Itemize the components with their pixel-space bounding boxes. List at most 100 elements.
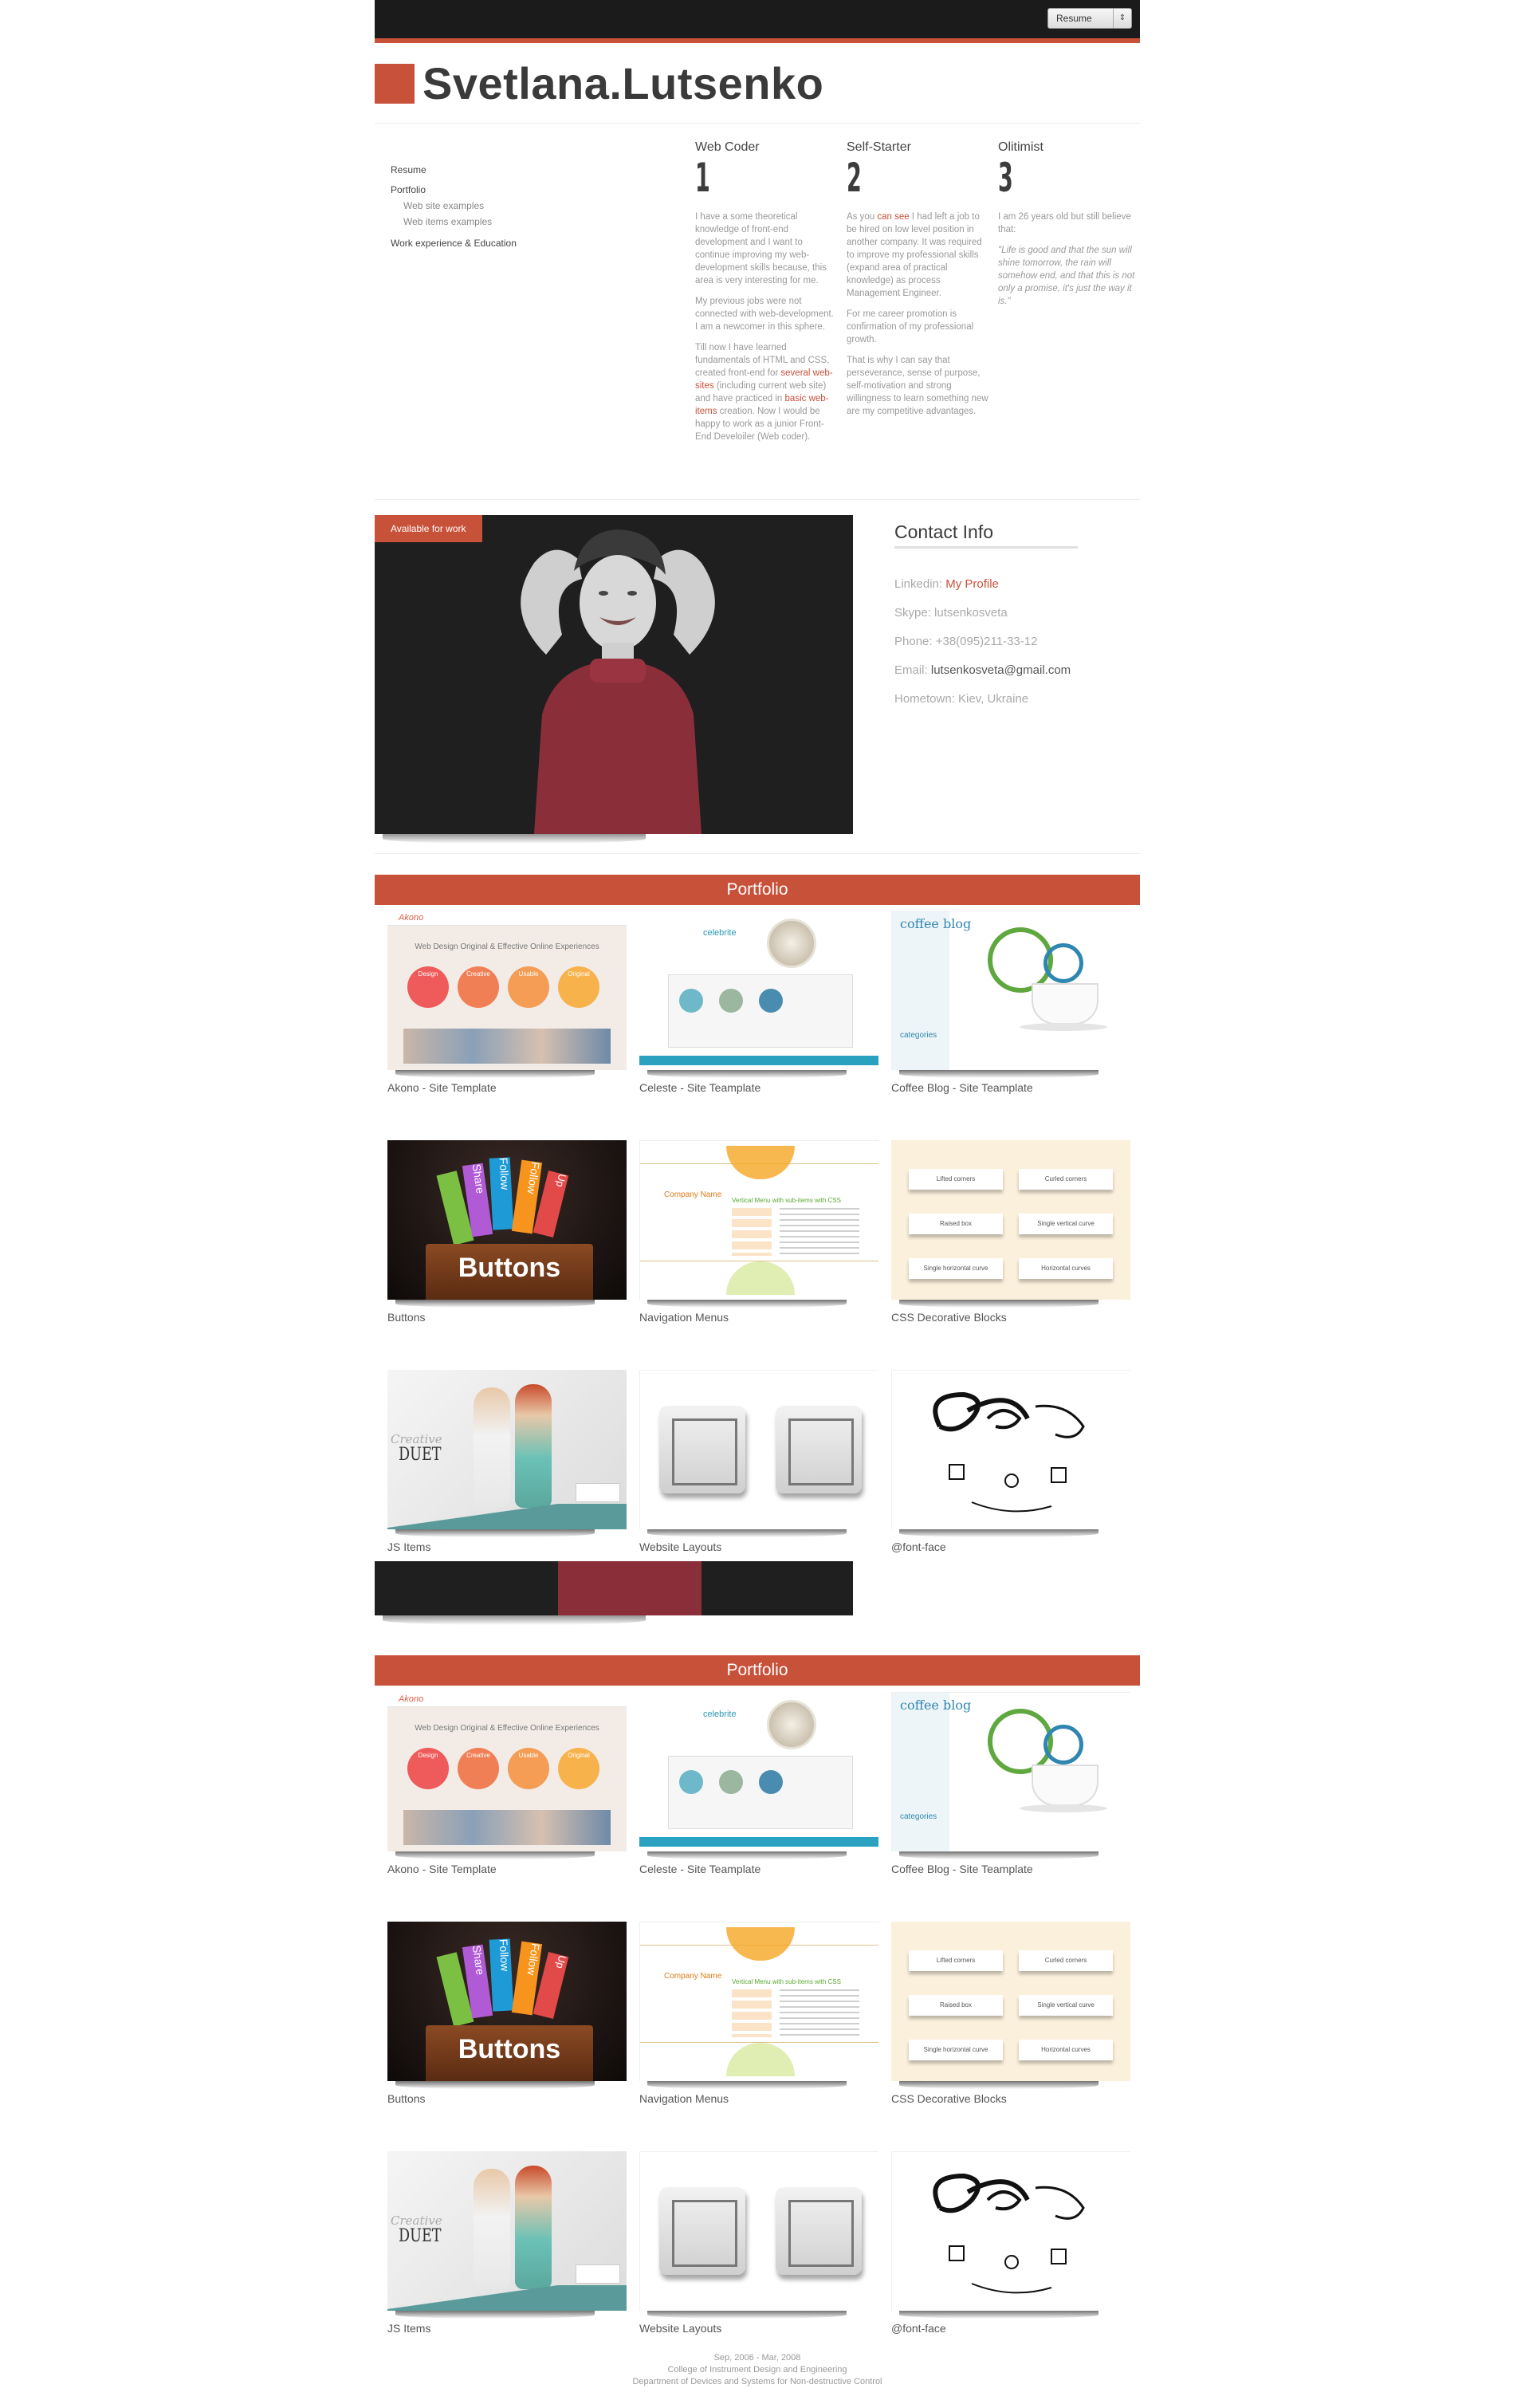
portfolio-item-caption[interactable]: Buttons: [387, 2092, 425, 2105]
coffee-cup-image: [1032, 1765, 1098, 1806]
sketch-frame: [672, 2200, 737, 2267]
handwritten-face-image: [933, 1391, 1085, 1513]
portfolio-item-caption[interactable]: Website Layouts: [639, 1540, 721, 1553]
nav-item-web-site-examples[interactable]: Web site examples: [403, 200, 484, 211]
thumbnail-shadow: [647, 2311, 847, 2319]
linkedin-link[interactable]: My Profile: [945, 577, 999, 591]
portfolio-item-caption[interactable]: Celeste - Site Teamplate: [639, 1863, 760, 1875]
js-duet: DUET: [399, 2226, 442, 2246]
figure-left: [474, 1387, 510, 1507]
portfolio-item-thumbnail[interactable]: Lifted corners Curled corners Raised box…: [891, 1140, 1130, 1300]
menu-title: Vertical Menu with sub-items with CSS: [732, 1197, 841, 1204]
feature-text: I have a some theoretical knowledge of f…: [695, 211, 839, 443]
feature-title: Web Coder: [695, 140, 760, 154]
portfolio-item-caption[interactable]: Celeste - Site Teamplate: [639, 1081, 760, 1094]
coffee-categories: categories: [900, 1031, 937, 1040]
contact-hometown: Hometown: Kiev, Ukraine: [894, 692, 1028, 706]
layout-sketch-icon: [659, 2187, 745, 2275]
clock-image: [767, 919, 816, 968]
css-block: Raised box: [909, 1995, 1003, 2016]
buttons-label: Buttons: [426, 2025, 593, 2081]
slider-images: [403, 1810, 611, 1845]
portfolio-item-thumbnail[interactable]: Company Name Vertical Menu with sub-item…: [639, 1922, 878, 2081]
akono-circle: Original: [558, 1748, 599, 1789]
tag-blue: Follow: [489, 1157, 514, 1230]
teal-stripe: [387, 2285, 627, 2311]
css-blocks-thumbnail: Lifted corners Curled corners Raised box…: [891, 1140, 1130, 1300]
coffee-logo: coffee blog: [900, 916, 972, 931]
nav-item-web-items-examples[interactable]: Web items examples: [403, 216, 492, 227]
contact-value: lutsenkosveta: [934, 606, 1008, 620]
portfolio-item-caption[interactable]: @font-face: [891, 2322, 946, 2335]
celeste-logo: celebrite: [703, 928, 737, 938]
nav-arrows[interactable]: [576, 2264, 620, 2284]
portfolio-item-thumbnail[interactable]: Share Follow Follow Up Buttons: [387, 1140, 627, 1300]
portfolio-item-caption[interactable]: Navigation Menus: [639, 2092, 729, 2105]
portfolio-item-caption[interactable]: Akono - Site Template: [387, 1863, 497, 1875]
portfolio-item-caption[interactable]: @font-face: [891, 1540, 946, 1553]
portfolio-item-caption[interactable]: Coffee Blog - Site Teamplate: [891, 1081, 1033, 1094]
figure-right: [515, 2166, 552, 2289]
buttons-label: Buttons: [426, 1244, 593, 1300]
akono-circle: Design: [407, 966, 449, 1008]
portfolio-item-thumbnail[interactable]: [639, 2151, 878, 2311]
portfolio-item-thumbnail[interactable]: Lifted corners Curled corners Raised box…: [891, 1922, 1130, 2081]
portfolio-item-thumbnail[interactable]: coffee blog categories: [891, 911, 1130, 1070]
chevron-updown-icon: ⇕: [1113, 9, 1131, 28]
portfolio-item-thumbnail[interactable]: [891, 1370, 1130, 1529]
css-block: Single horizontal curve: [909, 2040, 1003, 2060]
nav-item-work-experience[interactable]: Work experience & Education: [391, 238, 517, 249]
orange-slice: [726, 1927, 795, 1961]
section-select-value: Resume: [1056, 13, 1092, 24]
buttons-thumbnail: Share Follow Follow Up Buttons: [387, 1922, 627, 2081]
portfolio-item-thumbnail[interactable]: Share Follow Follow Up Buttons: [387, 1922, 627, 2081]
nav-item-resume[interactable]: Resume: [391, 164, 426, 175]
contact-value: +38(095)211-33-12: [935, 635, 1038, 648]
email-value[interactable]: lutsenkosveta@gmail.com: [931, 663, 1071, 677]
portfolio-item-thumbnail[interactable]: celebrite: [639, 1692, 878, 1851]
portfolio-item-caption[interactable]: CSS Decorative Blocks: [891, 2092, 1007, 2105]
portfolio-item-thumbnail[interactable]: Creative DUET: [387, 2151, 627, 2311]
layout-sketch-icon: [776, 2187, 862, 2275]
feature-title: Olitimist: [998, 140, 1043, 154]
portfolio-item-caption[interactable]: Akono - Site Template: [387, 1081, 497, 1094]
portfolio-item-thumbnail[interactable]: coffee blog categories: [891, 1692, 1130, 1851]
section-select[interactable]: Resume ⇕: [1047, 8, 1132, 29]
photo-shadow: [383, 1615, 646, 1625]
thumbnail-shadow: [899, 2311, 1098, 2319]
saucer: [1020, 1023, 1107, 1031]
nav-arrows[interactable]: [576, 1483, 620, 1502]
feature-paragraph: Till now I have learned fundamentals of …: [695, 341, 839, 443]
nav-item-portfolio[interactable]: Portfolio: [391, 184, 426, 195]
feature-quote: "Life is good and that the sun will shin…: [998, 246, 1135, 306]
portfolio-item-caption[interactable]: JS Items: [387, 2322, 430, 2335]
thumbnail-shadow: [395, 1300, 595, 1308]
portfolio-item-caption[interactable]: CSS Decorative Blocks: [891, 1311, 1007, 1324]
portfolio-item-caption[interactable]: JS Items: [387, 1540, 430, 1553]
text-lines: [780, 1208, 859, 1256]
portfolio-item-thumbnail[interactable]: Akono Web Design Original & Effective On…: [387, 911, 627, 1070]
divider: [375, 853, 1140, 854]
menu-title: Vertical Menu with sub-items with CSS: [732, 1978, 841, 1985]
portfolio-item-thumbnail[interactable]: [639, 1370, 878, 1529]
contact-label: Email:: [894, 663, 928, 677]
product-icon: [719, 1770, 743, 1794]
portfolio-item-caption[interactable]: Buttons: [387, 1311, 425, 1324]
css-block: Lifted corners: [909, 1950, 1003, 1971]
thumbnail-shadow: [647, 2081, 847, 2089]
contact-title: Contact Info: [894, 521, 994, 542]
portfolio-item-caption[interactable]: Coffee Blog - Site Teamplate: [891, 1863, 1033, 1875]
page: Resume ⇕ Svetlana.Lutsenko Resume Portfo…: [375, 0, 1140, 2408]
portfolio-item-caption[interactable]: Website Layouts: [639, 2322, 721, 2335]
can-see-link[interactable]: can see: [877, 212, 909, 222]
thumbnail-shadow: [899, 1070, 1098, 1078]
portfolio-item-thumbnail[interactable]: Akono Web Design Original & Effective On…: [387, 1692, 627, 1851]
css-block: Horizontal curves: [1019, 2040, 1113, 2060]
navigation-thumbnail: Company Name Vertical Menu with sub-item…: [639, 1140, 878, 1300]
portfolio-item-thumbnail[interactable]: [891, 2151, 1130, 2311]
sketch-frame: [788, 2200, 854, 2267]
portfolio-item-caption[interactable]: Navigation Menus: [639, 1311, 729, 1324]
portfolio-item-thumbnail[interactable]: Creative DUET: [387, 1370, 627, 1529]
portfolio-item-thumbnail[interactable]: Company Name Vertical Menu with sub-item…: [639, 1140, 878, 1300]
portfolio-item-thumbnail[interactable]: celebrite: [639, 911, 878, 1070]
